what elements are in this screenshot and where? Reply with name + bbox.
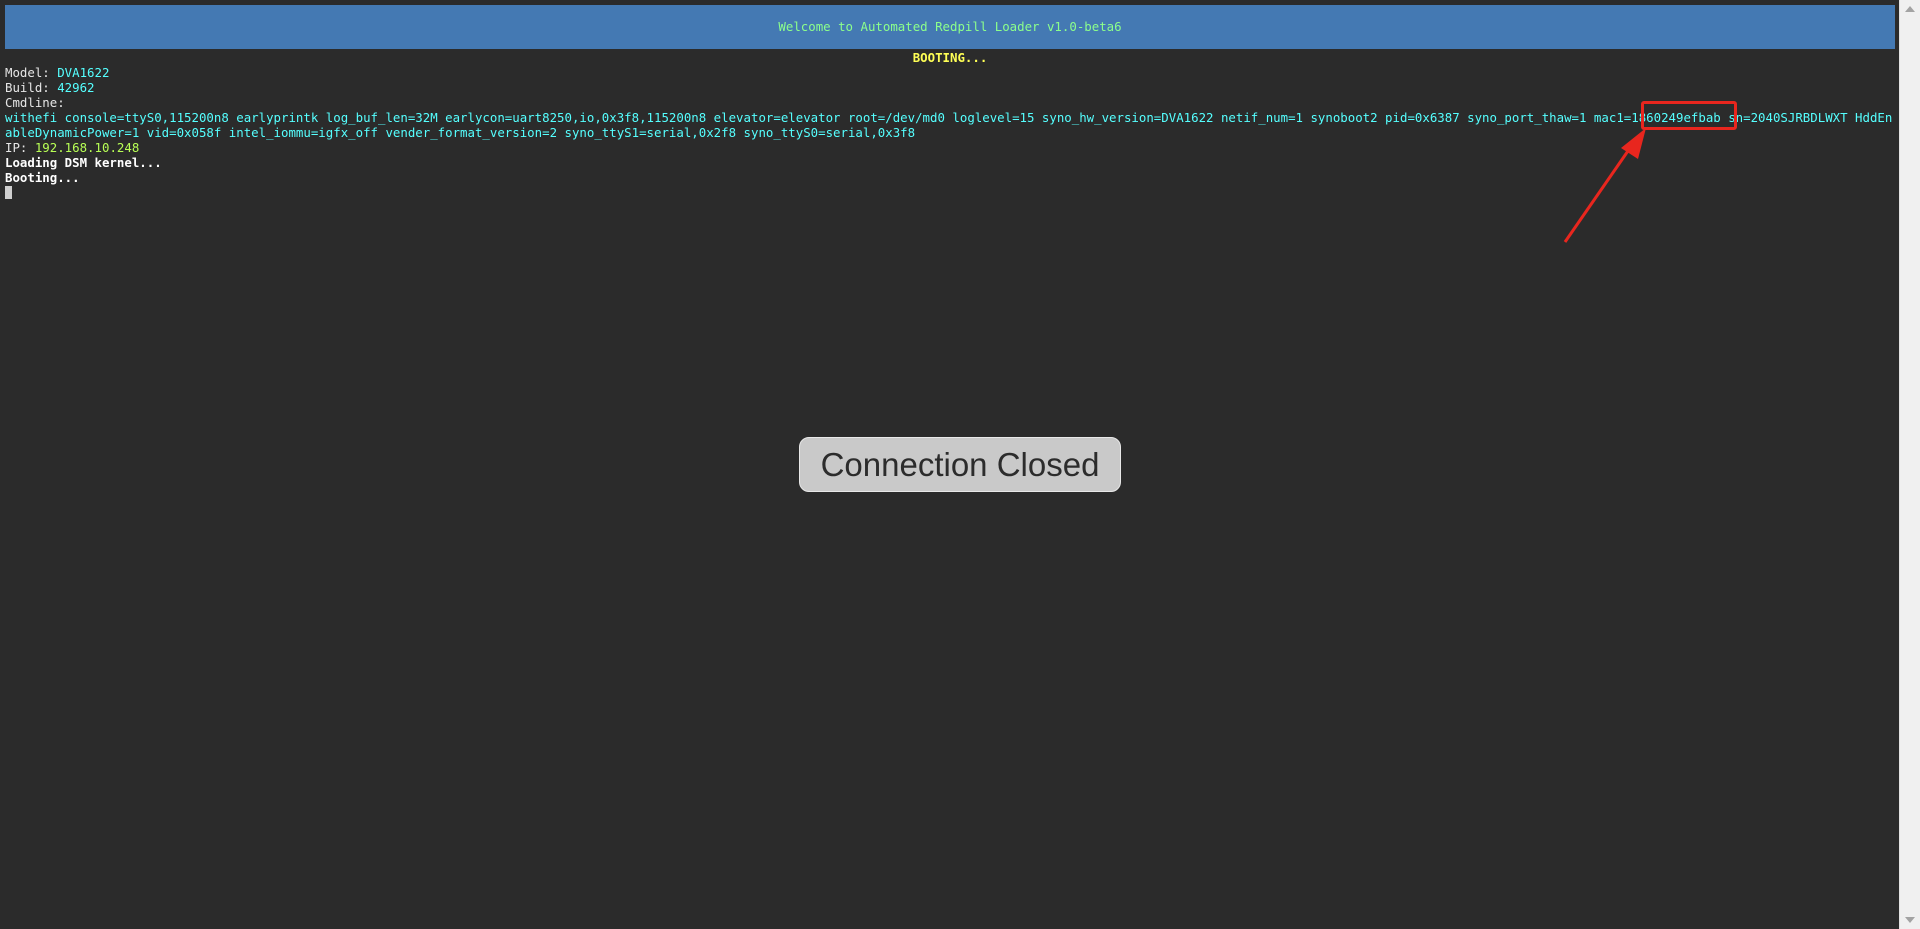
scroll-down-icon[interactable] — [1905, 917, 1915, 923]
vertical-scrollbar[interactable] — [1899, 0, 1920, 929]
connection-closed-overlay: Connection Closed — [799, 437, 1121, 492]
scroll-up-icon[interactable] — [1905, 6, 1915, 12]
